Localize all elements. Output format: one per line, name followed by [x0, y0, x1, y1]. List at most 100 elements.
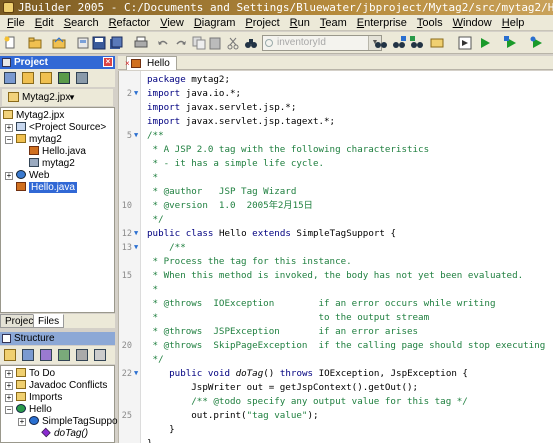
code-line[interactable]: * @author JSP Tag Wizard	[119, 185, 553, 199]
code-line[interactable]: 5 ▼ /**	[119, 129, 553, 143]
code-line[interactable]: 10 * @version 1.0 2005年2月15日	[119, 199, 553, 213]
show-fields-icon[interactable]	[40, 349, 52, 361]
refresh-project-icon[interactable]	[4, 72, 16, 84]
close-icon[interactable]: ×	[103, 57, 113, 67]
add-files-icon[interactable]	[40, 72, 52, 84]
tree-node-method-dotag[interactable]: doTag()	[41, 427, 88, 440]
menu-team[interactable]: Team	[315, 15, 352, 31]
run-config-icon[interactable]	[458, 36, 472, 50]
open-project-icon[interactable]	[28, 36, 42, 50]
code-line[interactable]: * A JSP 2.0 tag with the following chara…	[119, 143, 553, 157]
expand-icon[interactable]: +	[5, 124, 13, 132]
tree-node-project[interactable]: Mytag2.jpx	[3, 110, 64, 122]
menu-search[interactable]: Search	[59, 15, 104, 31]
properties-icon[interactable]	[76, 72, 88, 84]
tree-node-javadoc-conflicts[interactable]: Javadoc Conflicts	[16, 380, 107, 392]
reopen-icon[interactable]	[76, 36, 90, 50]
save-icon[interactable]	[92, 36, 106, 50]
tree-node-superclass[interactable]: SimpleTagSuppor	[29, 416, 121, 428]
menu-view[interactable]: View	[155, 15, 189, 31]
code-line[interactable]: import javax.servlet.jsp.tagext.*;	[119, 115, 553, 129]
debug-icon[interactable]	[504, 36, 518, 50]
code-line[interactable]: /** @todo specify any output value for t…	[119, 395, 553, 409]
find-symbol-icon[interactable]	[392, 36, 406, 50]
show-methods-icon[interactable]	[58, 349, 70, 361]
code-editor[interactable]: package mytag2; 2 ▼ import java.io.*; import…	[118, 71, 553, 443]
code-line[interactable]: */	[119, 213, 553, 227]
menu-diagram[interactable]: Diagram	[189, 15, 241, 31]
expand-icon[interactable]: +	[5, 370, 13, 378]
tab-files[interactable]: Files	[33, 314, 65, 328]
fold-toggle-icon[interactable]: ▼	[134, 244, 141, 251]
filter-icon[interactable]	[22, 349, 34, 361]
code-line[interactable]: * to the output stream	[119, 311, 553, 325]
binoculars-icon[interactable]	[244, 36, 258, 50]
collapse-icon[interactable]: −	[5, 406, 13, 414]
optimize-icon[interactable]	[530, 36, 544, 50]
close-icon[interactable]: ×	[125, 57, 130, 70]
code-line[interactable]: * @throws JSPException if an error arise…	[119, 325, 553, 339]
close-project-icon[interactable]	[22, 72, 34, 84]
tree-node-project-source[interactable]: <Project Source>	[16, 122, 106, 134]
copy-icon[interactable]	[192, 36, 206, 50]
editor-tab-hello[interactable]: × Hello	[125, 56, 177, 70]
expand-icon[interactable]: +	[5, 172, 13, 180]
project-selector[interactable]: Mytag2.jpx ▼	[2, 89, 113, 106]
save-all-icon[interactable]	[109, 36, 123, 50]
make-icon[interactable]	[430, 36, 444, 50]
sort-icon[interactable]	[4, 349, 16, 361]
tree-node-hello-java[interactable]: Hello.java	[29, 146, 86, 158]
menu-run[interactable]: Run	[285, 15, 315, 31]
code-line[interactable]: 2 ▼ import java.io.*;	[119, 87, 553, 101]
code-line[interactable]: }	[119, 423, 553, 437]
code-line[interactable]: 22 ▼ public void doTag() throws IOExcepti…	[119, 367, 553, 381]
code-line[interactable]: * Process the tag for this instance.	[119, 255, 553, 269]
fold-toggle-icon[interactable]: ▼	[134, 370, 141, 377]
collapse-icon[interactable]: −	[5, 136, 13, 144]
code-line[interactable]: 12 ▼ public class Hello extends SimpleTagS…	[119, 227, 553, 241]
run-icon[interactable]	[478, 36, 492, 50]
menu-edit[interactable]: Edit	[30, 15, 59, 31]
show-inherited-icon[interactable]	[76, 349, 88, 361]
tree-node-imports[interactable]: Imports	[16, 392, 62, 404]
code-line[interactable]: *	[119, 283, 553, 297]
find-usage-icon[interactable]	[410, 36, 424, 50]
find-class-icon[interactable]	[374, 36, 388, 50]
options-icon[interactable]	[94, 349, 106, 361]
print-icon[interactable]	[134, 36, 148, 50]
cut-icon[interactable]	[226, 36, 240, 50]
tree-node-hello-java-selected[interactable]: Hello.java	[16, 182, 77, 194]
code-line[interactable]: 20 * @throws SkipPageException if the ca…	[119, 339, 553, 353]
remove-files-icon[interactable]	[58, 72, 70, 84]
redo-icon[interactable]	[174, 36, 188, 50]
code-line[interactable]: }	[119, 437, 553, 443]
code-line[interactable]: package mytag2;	[119, 73, 553, 87]
undo-icon[interactable]	[156, 36, 170, 50]
menu-tools[interactable]: Tools	[412, 15, 448, 31]
code-line[interactable]: */	[119, 353, 553, 367]
code-line[interactable]: 25 out.print("tag value");	[119, 409, 553, 423]
menu-project[interactable]: Project	[240, 15, 284, 31]
tree-node-web[interactable]: Web	[16, 170, 49, 182]
tree-node-class-hello[interactable]: Hello	[16, 404, 52, 416]
code-line[interactable]: * @throws IOException if an error occurs…	[119, 297, 553, 311]
fold-toggle-icon[interactable]: ▼	[134, 230, 141, 237]
code-line[interactable]: * - it has a simple life cycle.	[119, 157, 553, 171]
expand-icon[interactable]: +	[5, 382, 13, 390]
tree-node-mytag2-tld[interactable]: mytag2	[29, 158, 75, 170]
menu-file[interactable]: File	[2, 15, 30, 31]
tree-node-package-mytag2[interactable]: mytag2	[16, 134, 62, 146]
code-line[interactable]: JspWriter out = getJspContext().getOut()…	[119, 381, 553, 395]
fold-toggle-icon[interactable]: ▼	[134, 132, 141, 139]
new-file-icon[interactable]	[3, 36, 17, 50]
expand-icon[interactable]: +	[5, 394, 13, 402]
menu-window[interactable]: Window	[448, 15, 497, 31]
chevron-down-icon[interactable]: ▼	[68, 89, 76, 106]
open-file-icon[interactable]	[52, 36, 66, 50]
code-line[interactable]: 13 ▼ /**	[119, 241, 553, 255]
search-combo[interactable]: inventoryId ▼	[262, 35, 382, 51]
expand-icon[interactable]: +	[18, 418, 26, 426]
tree-node-todo[interactable]: To Do	[16, 368, 55, 380]
menu-refactor[interactable]: Refactor	[104, 15, 156, 31]
code-line[interactable]: 15 * When this method is invoked, the bo…	[119, 269, 553, 283]
